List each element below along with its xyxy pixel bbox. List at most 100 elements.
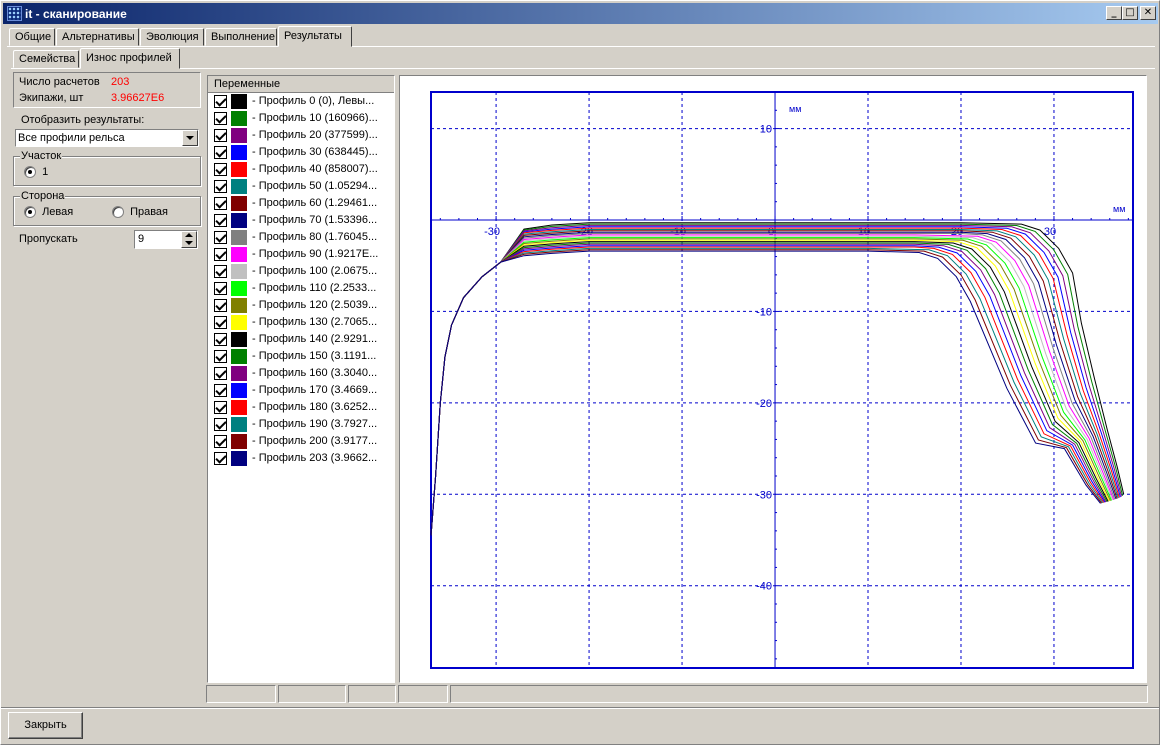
- status-cell-1: [206, 685, 276, 703]
- tab-results[interactable]: Результаты: [278, 26, 352, 47]
- color-swatch: [231, 264, 247, 279]
- y-axis-unit: мм: [789, 104, 802, 115]
- close-button[interactable]: Закрыть: [8, 712, 83, 739]
- legend-item-label: - Профиль 160 (3.3040...: [252, 367, 378, 379]
- checkbox-checked-icon[interactable]: [214, 384, 227, 397]
- spin-buttons[interactable]: [181, 231, 197, 248]
- color-swatch: [231, 230, 247, 245]
- tab-execution[interactable]: Выполнение: [205, 28, 277, 46]
- y-tick-label: -30: [756, 489, 772, 501]
- display-results-select[interactable]: Все профили рельса: [15, 129, 199, 147]
- spin-down-icon[interactable]: [185, 241, 193, 245]
- dropdown-button[interactable]: [182, 130, 198, 146]
- checkbox-checked-icon[interactable]: [214, 401, 227, 414]
- legend-item[interactable]: - Профиль 120 (2.5039...: [208, 297, 394, 314]
- legend-item-label: - Профиль 90 (1.9217E...: [252, 248, 379, 260]
- section-option-1[interactable]: 1: [24, 166, 49, 179]
- legend-item[interactable]: - Профиль 20 (377599)...: [208, 127, 394, 144]
- legend-item[interactable]: - Профиль 100 (2.0675...: [208, 263, 394, 280]
- checkbox-checked-icon[interactable]: [214, 112, 227, 125]
- checkbox-checked-icon[interactable]: [214, 180, 227, 193]
- crews-label: Экипажи, шт: [19, 92, 84, 104]
- main-tab-bar: Общие Альтернативы Эволюция Выполнение Р…: [9, 26, 409, 47]
- legend-item-label: - Профиль 70 (1.53396...: [252, 214, 378, 226]
- tab-general[interactable]: Общие: [9, 28, 55, 46]
- checkbox-checked-icon[interactable]: [214, 231, 227, 244]
- minimize-button[interactable]: _: [1106, 6, 1122, 20]
- legend-item[interactable]: - Профиль 0 (0), Левы...: [208, 93, 394, 110]
- legend-item-label: - Профиль 100 (2.0675...: [252, 265, 378, 277]
- checkbox-checked-icon[interactable]: [214, 163, 227, 176]
- checkbox-checked-icon[interactable]: [214, 350, 227, 363]
- legend-item[interactable]: - Профиль 150 (3.1191...: [208, 348, 394, 365]
- checkbox-checked-icon[interactable]: [214, 282, 227, 295]
- sub-tab-panel-edge: [11, 68, 1155, 69]
- app-window: it - сканирование _ □ ✕ Общие Альтернати…: [0, 0, 1160, 745]
- legend-item[interactable]: - Профиль 160 (3.3040...: [208, 365, 394, 382]
- legend-item[interactable]: - Профиль 130 (2.7065...: [208, 314, 394, 331]
- radio-icon: [24, 206, 36, 219]
- tab-evolution[interactable]: Эволюция: [140, 28, 204, 46]
- legend-item-label: - Профиль 30 (638445)...: [252, 146, 378, 158]
- section-option-label: 1: [42, 166, 49, 178]
- variables-list[interactable]: Переменные - Профиль 0 (0), Левы... - Про…: [207, 75, 395, 683]
- legend-item[interactable]: - Профиль 70 (1.53396...: [208, 212, 394, 229]
- checkbox-checked-icon[interactable]: [214, 197, 227, 210]
- title-bar[interactable]: it - сканирование _ □ ✕: [3, 3, 1158, 24]
- maximize-button[interactable]: □: [1122, 6, 1138, 20]
- legend-item[interactable]: - Профиль 90 (1.9217E...: [208, 246, 394, 263]
- checkbox-checked-icon[interactable]: [214, 435, 227, 448]
- legend-item[interactable]: - Профиль 140 (2.9291...: [208, 331, 394, 348]
- display-results-label: Отобразить результаты:: [21, 114, 145, 126]
- legend-item[interactable]: - Профиль 50 (1.05294...: [208, 178, 394, 195]
- side-group: Сторона Левая Правая: [13, 190, 201, 226]
- window-title: it - сканирование: [25, 7, 127, 21]
- status-cell-5: [450, 685, 1148, 703]
- checkbox-checked-icon[interactable]: [214, 265, 227, 278]
- legend-item[interactable]: - Профиль 190 (3.7927...: [208, 416, 394, 433]
- color-swatch: [231, 434, 247, 449]
- legend-item[interactable]: - Профиль 60 (1.29461...: [208, 195, 394, 212]
- skip-label: Пропускать: [19, 233, 78, 245]
- status-cell-4: [398, 685, 448, 703]
- legend-item[interactable]: - Профиль 30 (638445)...: [208, 144, 394, 161]
- checkbox-checked-icon[interactable]: [214, 316, 227, 329]
- close-window-button[interactable]: ✕: [1140, 6, 1156, 20]
- legend-item-label: - Профиль 180 (3.6252...: [252, 401, 378, 413]
- checkbox-checked-icon[interactable]: [214, 248, 227, 261]
- checkbox-checked-icon[interactable]: [214, 299, 227, 312]
- checkbox-checked-icon[interactable]: [214, 333, 227, 346]
- side-left-radio[interactable]: Левая: [24, 206, 74, 219]
- display-results-value: Все профили рельса: [18, 132, 125, 144]
- section-group-label: Участок: [20, 150, 63, 162]
- checkbox-checked-icon[interactable]: [214, 418, 227, 431]
- color-swatch: [231, 196, 247, 211]
- tab-families[interactable]: Семейства: [13, 50, 79, 68]
- legend-item[interactable]: - Профиль 180 (3.6252...: [208, 399, 394, 416]
- legend-item[interactable]: - Профиль 203 (3.9662...: [208, 450, 394, 467]
- checkbox-checked-icon[interactable]: [214, 146, 227, 159]
- side-group-label: Сторона: [20, 190, 66, 202]
- spin-up-icon[interactable]: [185, 233, 193, 237]
- legend-item[interactable]: - Профиль 80 (1.76045...: [208, 229, 394, 246]
- legend-item-label: - Профиль 190 (3.7927...: [252, 418, 378, 430]
- skip-spinner[interactable]: 9: [134, 230, 198, 249]
- tab-alternatives[interactable]: Альтернативы: [56, 28, 139, 46]
- checkbox-checked-icon[interactable]: [214, 214, 227, 227]
- tab-profile-wear[interactable]: Износ профилей: [80, 48, 180, 69]
- side-left-label: Левая: [42, 206, 74, 218]
- legend-item[interactable]: - Профиль 170 (3.4669...: [208, 382, 394, 399]
- y-tick-label: -10: [756, 306, 772, 318]
- checkbox-checked-icon[interactable]: [214, 452, 227, 465]
- app-icon[interactable]: [7, 6, 22, 21]
- checkbox-checked-icon[interactable]: [214, 95, 227, 108]
- color-swatch: [231, 179, 247, 194]
- legend-item[interactable]: - Профиль 200 (3.9177...: [208, 433, 394, 450]
- legend-item[interactable]: - Профиль 110 (2.2533...: [208, 280, 394, 297]
- side-right-radio[interactable]: Правая: [112, 206, 168, 219]
- legend-item[interactable]: - Профиль 10 (160966)...: [208, 110, 394, 127]
- checkbox-checked-icon[interactable]: [214, 129, 227, 142]
- legend-item-label: - Профиль 20 (377599)...: [252, 129, 378, 141]
- legend-item[interactable]: - Профиль 40 (858007)...: [208, 161, 394, 178]
- checkbox-checked-icon[interactable]: [214, 367, 227, 380]
